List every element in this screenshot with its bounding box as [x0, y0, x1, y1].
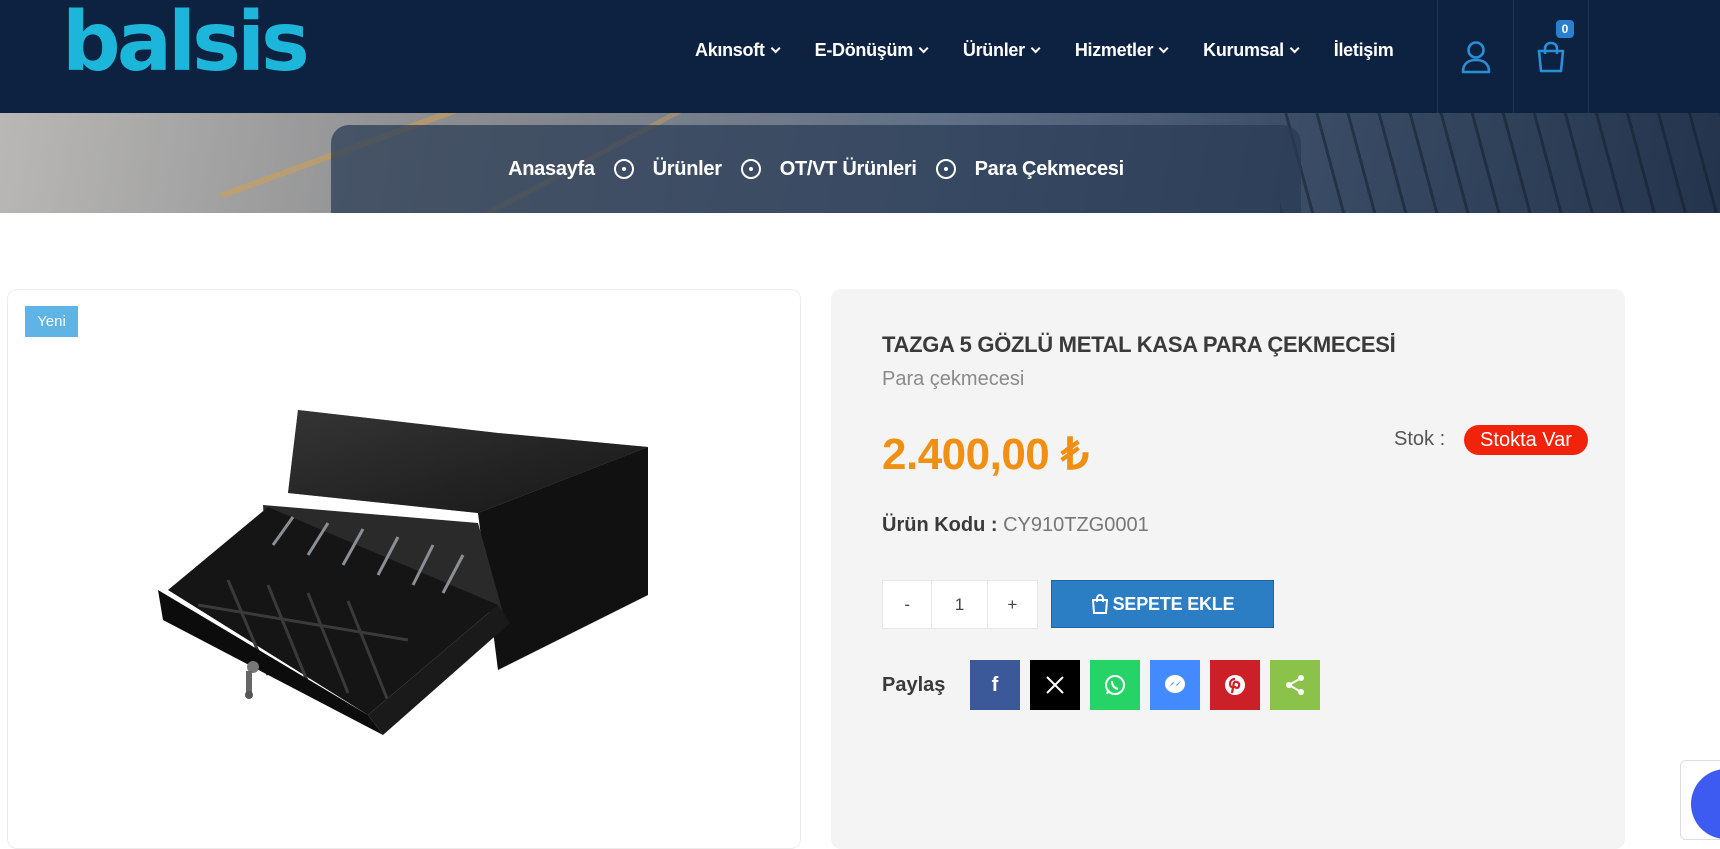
breadcrumb-separator-icon	[935, 159, 956, 179]
chat-widget-button[interactable]	[1680, 760, 1720, 840]
breadcrumb-home[interactable]: Anasayfa	[508, 158, 595, 181]
share-facebook-button[interactable]: f	[970, 660, 1020, 710]
breadcrumb: Anasayfa Ürünler OT/VT Ürünleri Para Çek…	[331, 125, 1301, 213]
user-icon	[1461, 40, 1490, 73]
site-header: balsis Akınsoft E-Dönüşüm Ürünler Hizmet…	[0, 0, 1720, 113]
share-whatsapp-button[interactable]	[1090, 660, 1140, 710]
breadcrumb-current: Para Çekmecesi	[974, 157, 1125, 180]
breadcrumb-separator-icon	[740, 159, 761, 179]
chevron-down-icon	[1158, 42, 1169, 53]
share-messenger-button[interactable]	[1150, 660, 1200, 710]
nav-item-iletisim[interactable]: İletişim	[1334, 40, 1394, 61]
nav-item-label: Akınsoft	[695, 39, 765, 60]
nav-item-e-donusum[interactable]: E-Dönüşüm	[814, 39, 929, 61]
nav-item-label: Hizmetler	[1074, 39, 1154, 60]
cart-button[interactable]: 0	[1513, 0, 1589, 113]
quantity-increase-button[interactable]: +	[988, 581, 1037, 628]
main-nav: Akınsoft E-Dönüşüm Ürünler Hizmetler Kur…	[695, 0, 1431, 100]
nav-item-urunler[interactable]: Ürünler	[962, 39, 1041, 61]
product-code: Ürün Kodu : CY910TZG0001	[882, 514, 1149, 537]
product-code-value: CY910TZG0001	[1003, 514, 1149, 536]
messenger-icon	[1165, 675, 1185, 693]
share-generic-button[interactable]	[1270, 660, 1320, 710]
stock-status-badge: Stokta Var	[1464, 425, 1588, 455]
whatsapp-icon	[1105, 675, 1125, 695]
cash-drawer-image[interactable]	[158, 395, 658, 745]
x-icon	[1046, 676, 1064, 694]
product-price: 2.400,00 ₺	[882, 430, 1089, 479]
nav-item-kurumsal[interactable]: Kurumsal	[1203, 39, 1300, 61]
nav-item-label: E-Dönüşüm	[814, 39, 914, 60]
nav-item-label: Kurumsal	[1203, 39, 1284, 60]
quantity-stepper: - 1 +	[882, 580, 1038, 629]
account-button[interactable]	[1437, 0, 1513, 113]
chat-icon	[1691, 769, 1720, 839]
nav-item-label: İletişim	[1333, 39, 1394, 60]
product-subtitle: Para çekmecesi	[882, 368, 1025, 390]
share-pinterest-button[interactable]	[1210, 660, 1260, 710]
chevron-down-icon	[770, 42, 781, 53]
share-label: Paylaş	[882, 674, 946, 696]
brand-logo[interactable]: balsis	[62, 0, 310, 86]
breadcrumb-category[interactable]: OT/VT Ürünleri	[780, 158, 917, 181]
product-info-panel: TAZGA 5 GÖZLÜ METAL KASA PARA ÇEKMECESİ …	[831, 289, 1625, 849]
share-buttons: f	[970, 660, 1330, 710]
add-to-cart-button[interactable]: SEPETE EKLE	[1051, 580, 1274, 628]
banner-decoration	[1280, 113, 1720, 213]
cart-count-badge: 0	[1556, 20, 1574, 38]
product-image-panel: Yeni	[7, 289, 801, 849]
quantity-input[interactable]: 1	[932, 581, 988, 628]
breadcrumb-urunler[interactable]: Ürünler	[653, 158, 722, 181]
chevron-down-icon	[1030, 42, 1041, 53]
share-icon	[1286, 675, 1304, 695]
shopping-bag-icon	[1537, 41, 1565, 72]
nav-item-label: Ürünler	[962, 39, 1025, 60]
page-banner: Anasayfa Ürünler OT/VT Ürünleri Para Çek…	[0, 113, 1720, 213]
nav-item-akinsoft[interactable]: Akınsoft	[695, 39, 781, 61]
chevron-down-icon	[918, 42, 929, 53]
stock-label: Stok :	[1394, 428, 1446, 450]
product-title: TAZGA 5 GÖZLÜ METAL KASA PARA ÇEKMECESİ	[882, 332, 1396, 357]
facebook-icon: f	[991, 673, 999, 696]
product-code-label: Ürün Kodu :	[882, 514, 998, 536]
add-to-cart-label: SEPETE EKLE	[1112, 593, 1235, 614]
new-badge: Yeni	[25, 306, 78, 337]
chevron-down-icon	[1289, 42, 1300, 53]
quantity-decrease-button[interactable]: -	[883, 581, 933, 628]
breadcrumb-separator-icon	[613, 159, 634, 179]
share-x-button[interactable]	[1030, 660, 1080, 710]
nav-item-hizmetler[interactable]: Hizmetler	[1074, 39, 1169, 61]
shopping-bag-icon	[1091, 594, 1108, 614]
pinterest-icon	[1225, 675, 1245, 695]
